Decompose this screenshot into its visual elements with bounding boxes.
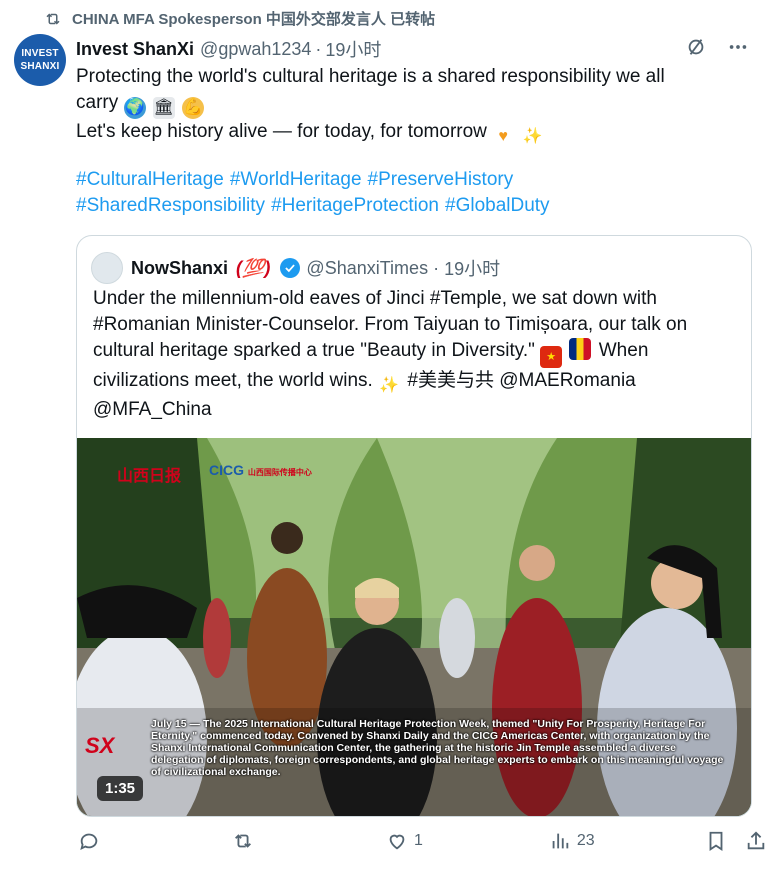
views-count: 23 xyxy=(576,832,595,849)
hashtag-link[interactable]: #WorldHeritage xyxy=(230,169,362,190)
video-subtitle: July 15 — The 2025 International Cultura… xyxy=(151,718,724,778)
repost-icon xyxy=(235,834,251,848)
reply-button[interactable] xyxy=(78,830,106,852)
author-avatar[interactable]: INVEST SHANXI xyxy=(14,34,66,86)
cicg-logo-subtext: 山西国际传播中心 xyxy=(247,468,312,477)
bookmark-button[interactable] xyxy=(705,830,727,852)
quoted-author-avatar[interactable] xyxy=(91,252,123,284)
share-icon xyxy=(747,831,764,850)
cicg-logo-text: CICG xyxy=(209,462,244,478)
hashtag-link[interactable]: #HeritageProtection xyxy=(271,195,439,216)
video-duration: 1:35 xyxy=(97,776,144,801)
hashtag-link[interactable]: #CulturalHeritage xyxy=(76,169,224,190)
post-text-line1: Protecting the world's cultural heritage… xyxy=(76,66,665,87)
repost-button[interactable] xyxy=(232,830,260,852)
sparkles-icon: ✨ xyxy=(379,377,400,394)
repost-icon xyxy=(46,12,60,25)
post-text-line3: Let's keep history alive — for today, fo… xyxy=(76,121,487,142)
post-header: Invest ShanXi @gpwah1234 · 19小时 xyxy=(76,36,751,62)
like-button[interactable]: 1 xyxy=(386,830,423,852)
post-action-bar: 1 23 xyxy=(76,830,764,852)
newspaper-watermark: 山西日报 xyxy=(117,468,182,485)
reply-icon xyxy=(80,833,98,851)
avatar-text-line2: SHANXI xyxy=(20,61,60,72)
repost-indicator[interactable]: CHINA MFA Spokesperson 中国外交部发言人 已转帖 xyxy=(44,8,435,29)
sparkles-icon: ✨ xyxy=(522,128,543,145)
avatar-text-line1: INVEST xyxy=(21,48,59,59)
orange-heart-icon: ♥ xyxy=(498,128,508,145)
more-options-icon[interactable] xyxy=(727,36,749,58)
author-handle[interactable]: @gpwah1234 xyxy=(200,39,311,60)
grok-icon[interactable] xyxy=(685,36,707,58)
hashtag-link[interactable]: #GlobalDuty xyxy=(445,195,550,216)
bookmark-icon xyxy=(709,831,723,851)
views-icon xyxy=(552,833,569,849)
separator-dot: · xyxy=(315,38,322,59)
quoted-author-name[interactable]: NowShanxi xyxy=(131,258,228,279)
romania-flag-icon xyxy=(569,338,592,360)
post-time[interactable]: 19小时 xyxy=(325,36,381,62)
heart-icon xyxy=(389,834,405,850)
video-player[interactable]: 山西日报 CICG 山西国际传播中心 SX July 15 — The 2025… xyxy=(77,438,751,816)
hashtag-list: #CulturalHeritage #WorldHeritage #Preserve… xyxy=(76,167,746,219)
sx-badge: SX xyxy=(85,733,115,758)
quoted-post-header: NowShanxi (💯) @ShanxiTimes · 19小时 xyxy=(91,252,500,284)
verified-badge-icon xyxy=(280,258,301,278)
separator-dot: · xyxy=(428,257,445,278)
post-header-actions xyxy=(685,36,749,58)
classical-building-icon: 🏛 xyxy=(152,97,175,119)
china-flag-icon: ★ xyxy=(540,346,563,368)
quoted-post-time[interactable]: 19小时 xyxy=(444,255,500,281)
like-count: 1 xyxy=(414,832,423,849)
post-text: Protecting the world's cultural heritage… xyxy=(76,64,746,148)
globe-icon: 🌍 xyxy=(123,97,146,119)
quoted-author-handle[interactable]: @ShanxiTimes xyxy=(306,258,428,279)
quoted-post[interactable]: NowShanxi (💯) @ShanxiTimes · 19小时 Under … xyxy=(76,235,752,817)
post-text-line2: carry xyxy=(76,92,119,113)
hashtag-link[interactable]: #PreserveHistory xyxy=(368,169,514,190)
repost-label: CHINA MFA Spokesperson 中国外交部发言人 已转帖 xyxy=(72,11,436,28)
hashtag-link[interactable]: #SharedResponsibility xyxy=(76,195,265,216)
quoted-post-text: Under the millennium-old eaves of Jinci … xyxy=(93,286,733,423)
views-button[interactable]: 23 xyxy=(549,830,595,852)
share-button[interactable] xyxy=(745,830,765,852)
flexed-biceps-icon: 💪 xyxy=(182,97,205,119)
quoted-author-emoji: (💯) xyxy=(236,257,271,278)
author-name[interactable]: Invest ShanXi xyxy=(76,39,194,60)
cicg-logo: CICG 山西国际传播中心 xyxy=(209,462,312,478)
